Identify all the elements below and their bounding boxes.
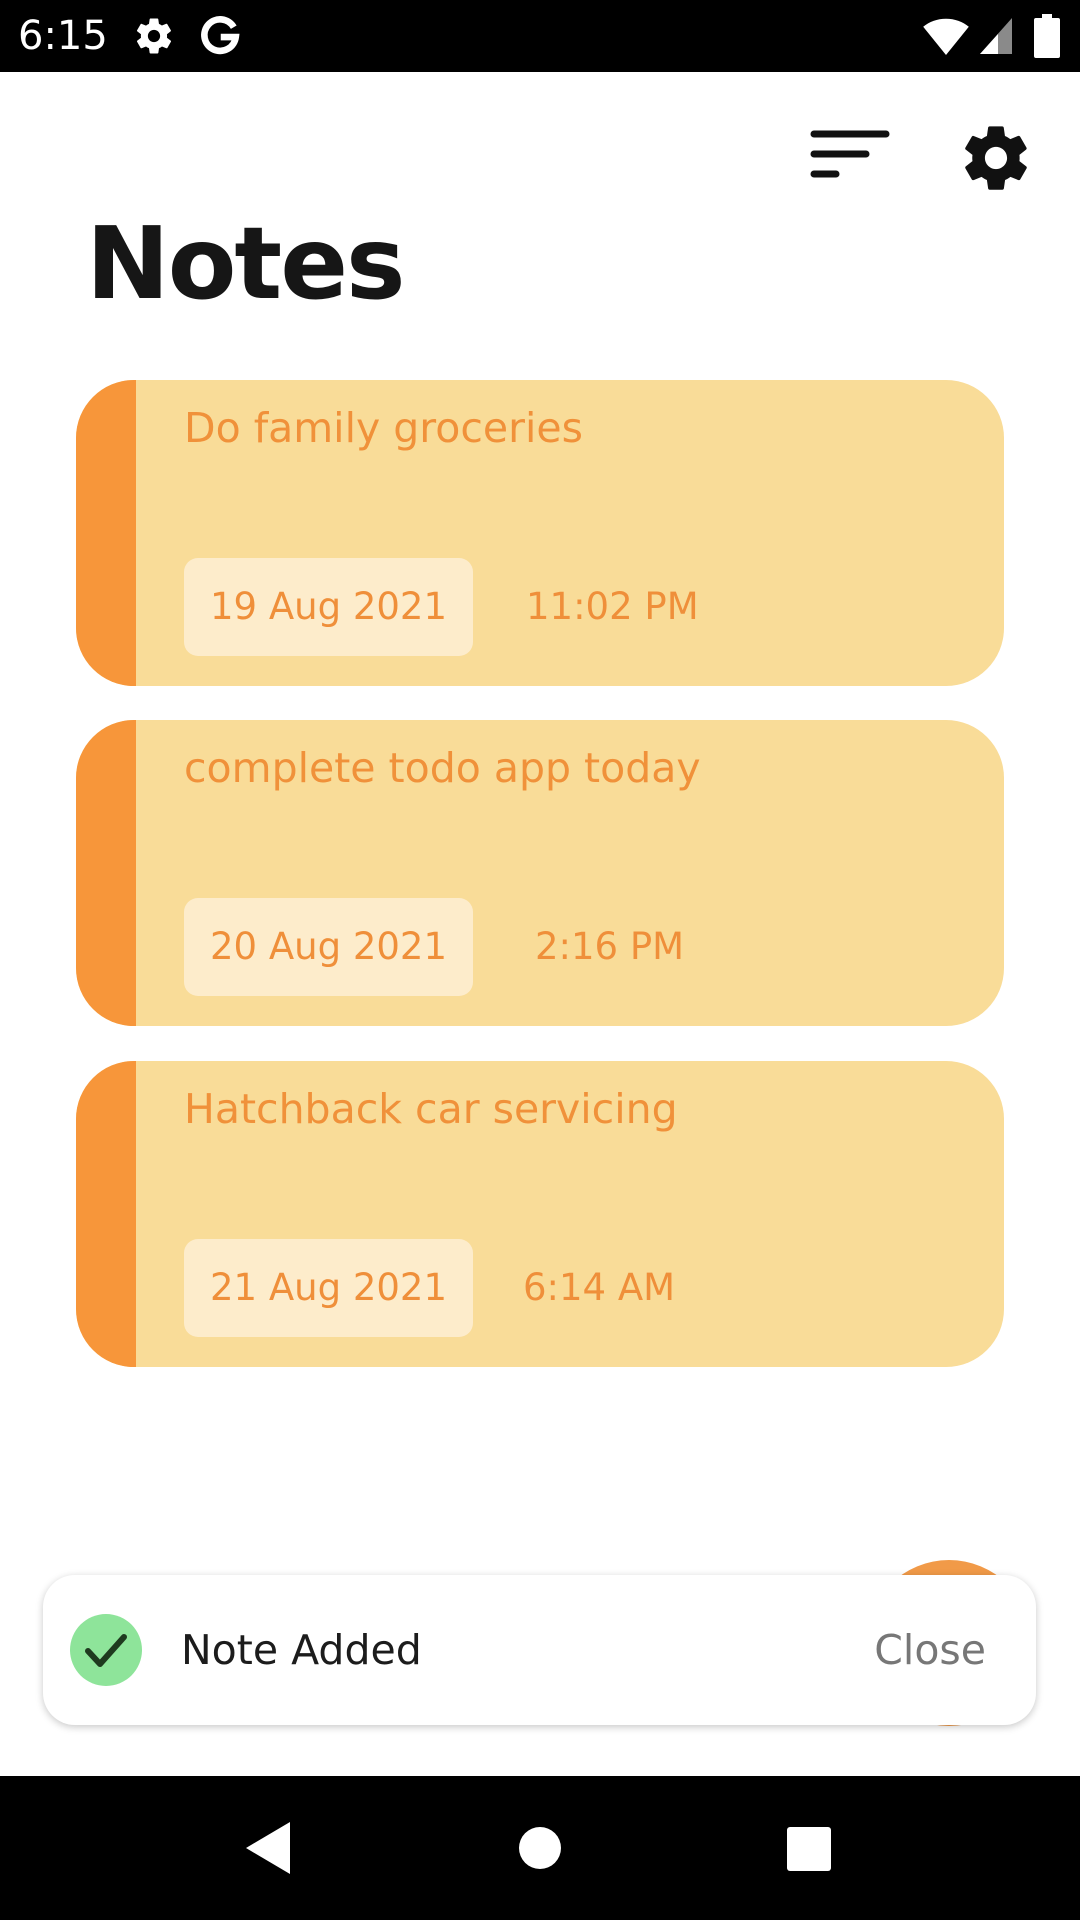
- toast-message: Note Added: [181, 1626, 422, 1674]
- page-title: Notes: [86, 205, 406, 322]
- cell-signal-icon: [980, 18, 1012, 54]
- note-accent-bar: [76, 1061, 136, 1367]
- check-circle-icon: [70, 1614, 142, 1686]
- settings-icon: [136, 18, 172, 54]
- note-card[interactable]: Do family groceries 19 Aug 2021 11:02 PM: [76, 380, 1004, 686]
- note-title: complete todo app today: [184, 744, 701, 792]
- google-g-icon: [201, 16, 240, 55]
- note-date: 19 Aug 2021: [184, 558, 474, 656]
- status-bar: 6:15: [0, 0, 1080, 72]
- back-icon[interactable]: [242, 1820, 294, 1876]
- status-time: 6:15: [18, 13, 108, 59]
- note-time: 6:14 AM: [523, 1266, 676, 1309]
- note-title: Hatchback car servicing: [184, 1085, 678, 1133]
- battery-icon: [1034, 14, 1060, 58]
- note-title: Do family groceries: [184, 404, 583, 452]
- navigation-bar: [0, 1776, 1080, 1920]
- wifi-icon: [923, 18, 969, 55]
- toast-notification: Note Added Close: [43, 1575, 1036, 1725]
- note-card[interactable]: Hatchback car servicing 21 Aug 2021 6:14…: [76, 1061, 1004, 1367]
- note-date: 21 Aug 2021: [184, 1239, 474, 1337]
- note-time: 11:02 PM: [526, 585, 699, 628]
- note-date: 20 Aug 2021: [184, 898, 474, 996]
- toast-close-button[interactable]: Close: [874, 1620, 986, 1680]
- note-time: 2:16 PM: [535, 925, 685, 968]
- sort-icon[interactable]: [808, 124, 892, 188]
- note-accent-bar: [76, 380, 136, 686]
- gear-icon[interactable]: [958, 120, 1034, 196]
- home-icon[interactable]: [518, 1826, 562, 1870]
- note-card[interactable]: complete todo app today 20 Aug 2021 2:16…: [76, 720, 1004, 1026]
- recents-icon[interactable]: [786, 1826, 832, 1872]
- note-accent-bar: [76, 720, 136, 1026]
